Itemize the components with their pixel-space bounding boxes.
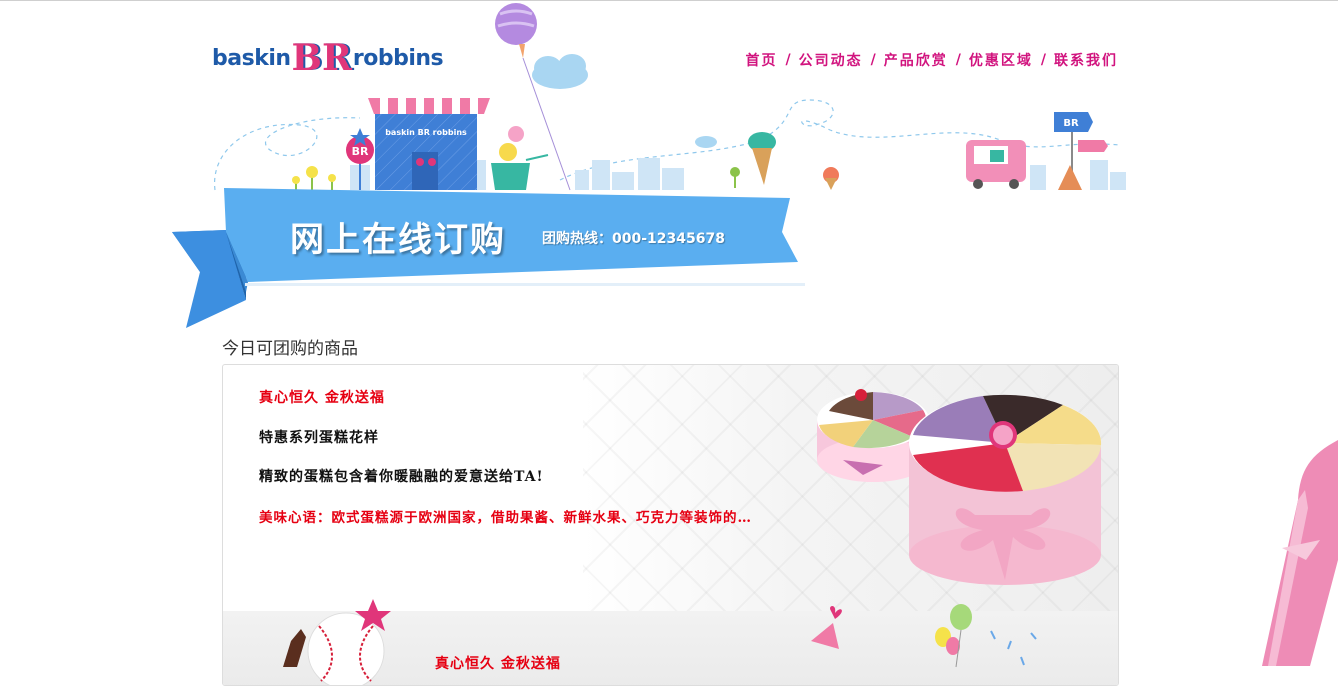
small-cone-icon <box>823 167 839 190</box>
product-panel[interactable]: 真心恒久 金秋送福 特惠系列蛋糕花样 精致的蛋糕包含着你暖融融的爱意送给TA! … <box>222 364 1119 686</box>
party-decoration <box>811 604 1037 668</box>
ice-cream-store: baskin BR robbins <box>368 98 490 190</box>
product-series: 特惠系列蛋糕花样 <box>259 430 379 446</box>
cloud-icon <box>532 54 588 89</box>
cake-image[interactable] <box>813 365 1113 595</box>
today-groupbuy-heading: 今日可团购的商品 <box>222 339 358 359</box>
baseball-decoration <box>283 599 391 685</box>
balloon-icon <box>495 3 571 191</box>
header-illustration: baskin BR robbins BR BR <box>214 3 1126 191</box>
big-cake-icon <box>909 394 1102 585</box>
second-product-slogan: 真心恒久 金秋送福 <box>435 656 561 672</box>
pink-ribbon-decoration <box>1262 440 1338 666</box>
ice-cream-cone-icon <box>748 132 776 185</box>
sundae-cup-icon <box>491 126 549 190</box>
group-buy-hotline: 团购热线：000-12345678 <box>542 231 725 247</box>
banner-title: 网上在线订购 <box>290 220 506 260</box>
cloud-small-icon <box>695 136 717 148</box>
ice-cream-truck-icon <box>966 140 1026 189</box>
product-slogan: 真心恒久 金秋送福 <box>259 390 385 406</box>
signpost-text: BR <box>1063 118 1079 129</box>
tree-badge-text: BR <box>352 145 369 158</box>
product-tagline: 精致的蛋糕包含着你暖融融的爱意送给TA! <box>259 469 544 485</box>
product-description[interactable]: 美味心语：欧式蛋糕源于欧洲国家，借助果酱、新鲜水果、巧克力等装饰的… <box>259 506 752 526</box>
store-sign-text: baskin BR robbins <box>385 128 467 137</box>
